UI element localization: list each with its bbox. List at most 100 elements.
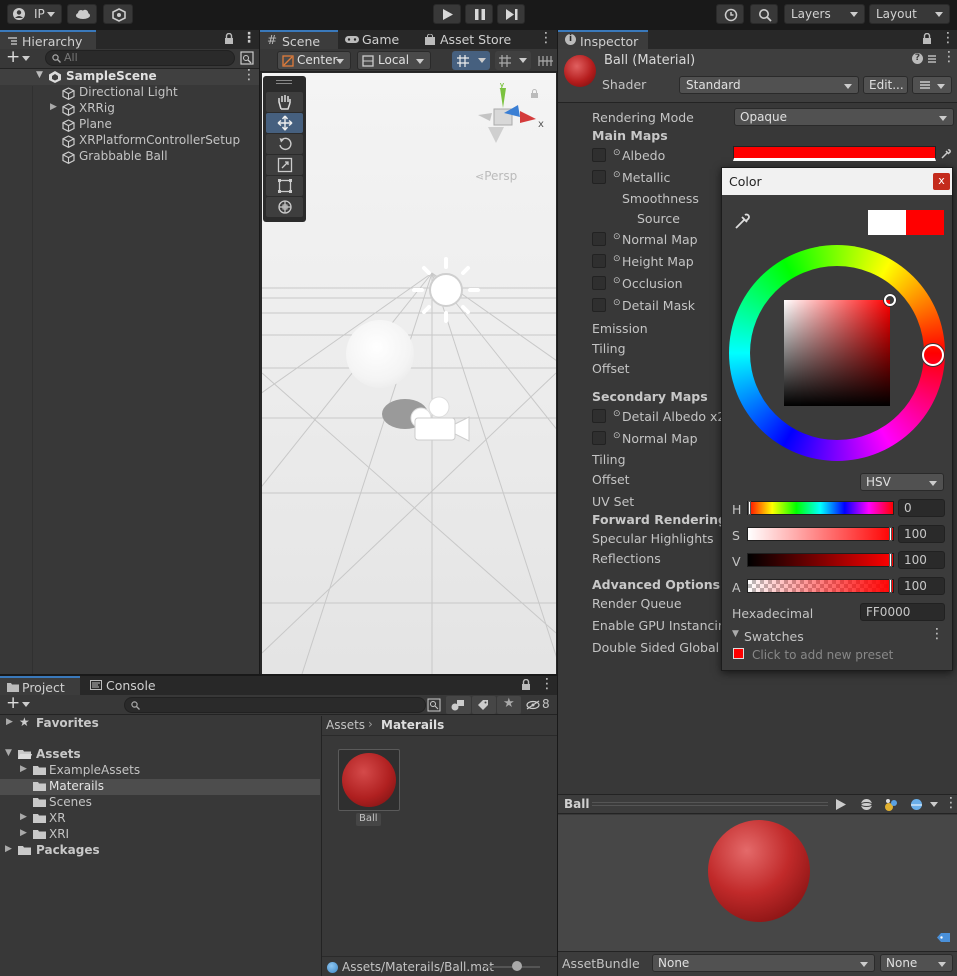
rendering-mode-dropdown[interactable]: Opaque [734, 108, 954, 126]
object-picker-icon[interactable]: ⊙ [613, 148, 621, 158]
scene-viewport[interactable]: y x ⋖Persp [262, 73, 556, 674]
splitter[interactable] [321, 716, 322, 976]
move-tool-button[interactable] [266, 113, 303, 133]
rect-tool-button[interactable] [266, 176, 303, 196]
create-plus-icon[interactable]: + [6, 693, 20, 713]
scale-tool-button[interactable] [266, 155, 303, 175]
preview-background-dropdown[interactable] [908, 797, 942, 812]
lock-icon[interactable] [224, 33, 234, 45]
perspective-label[interactable]: ⋖Persp [475, 169, 517, 183]
assetbundle-variant-dropdown[interactable]: None [880, 954, 953, 972]
tree-item-scenes[interactable]: Scenes [0, 795, 320, 811]
occlusion-slot[interactable] [592, 276, 606, 290]
help-icon[interactable]: ? [912, 53, 923, 64]
preview-more-icon[interactable]: ⋮ [944, 795, 957, 811]
swatches-more-icon[interactable]: ⋮ [930, 626, 944, 642]
account-dropdown[interactable]: IP [7, 4, 62, 24]
v-slider-handle[interactable] [889, 553, 892, 567]
scene-row[interactable]: ▼ SampleScene ⋮ [0, 67, 259, 85]
metallic-texture-slot[interactable] [592, 170, 606, 184]
detail-mask-slot[interactable] [592, 298, 606, 312]
object-picker-icon[interactable]: ⊙ [613, 298, 621, 308]
ball-object[interactable] [346, 320, 414, 388]
rotate-tool-button[interactable] [266, 134, 303, 154]
edit-shader-button[interactable]: Edit... [863, 76, 908, 94]
hidden-packages-button[interactable]: 8 [523, 696, 555, 714]
expand-arrow-icon[interactable]: ▶ [6, 717, 13, 727]
lights-icon[interactable] [884, 798, 898, 812]
hierarchy-search-input[interactable]: All [45, 50, 235, 66]
s-slider-handle[interactable] [889, 527, 892, 541]
tree-item-assets[interactable]: ▼ Assets [0, 747, 320, 763]
collapse-arrow-icon[interactable]: ▼ [732, 629, 739, 639]
object-picker-icon[interactable]: ⊙ [613, 254, 621, 264]
search-button[interactable] [750, 4, 778, 24]
a-channel-slider[interactable] [747, 579, 894, 593]
object-picker-icon[interactable]: ⊙ [613, 170, 621, 180]
object-picker-icon[interactable]: ⊙ [613, 431, 621, 441]
project-search-input[interactable] [124, 697, 426, 713]
layers-dropdown[interactable]: Layers [784, 4, 865, 24]
a-slider-handle[interactable] [889, 579, 892, 593]
expand-arrow-icon[interactable]: ▼ [36, 70, 43, 80]
scene-search-icon[interactable] [240, 51, 254, 65]
hex-input[interactable]: FF0000 [860, 603, 945, 621]
history-button[interactable] [716, 4, 744, 24]
tree-item-xr[interactable]: ▶ XR [0, 811, 320, 827]
grid-visibility-toggle[interactable] [495, 51, 531, 70]
pause-button[interactable] [465, 4, 493, 24]
s-value-field[interactable]: 100 [898, 525, 945, 543]
grid-snap-toggle[interactable] [452, 51, 490, 70]
list-item[interactable]: Plane [0, 117, 259, 133]
asset-thumbnail[interactable] [338, 749, 400, 811]
expand-arrow-icon[interactable]: ▶ [20, 828, 27, 838]
normal-map-slot[interactable] [592, 232, 606, 246]
height-map-slot[interactable] [592, 254, 606, 268]
gizmo-lock-icon[interactable] [530, 89, 539, 99]
albedo-texture-slot[interactable] [592, 148, 606, 162]
preview-drag-handle[interactable] [592, 802, 828, 803]
v-channel-slider[interactable] [747, 553, 894, 567]
object-picker-icon[interactable]: ⊙ [613, 409, 621, 419]
increment-snap-icon[interactable] [538, 54, 554, 68]
albedo-color-field[interactable] [733, 146, 936, 161]
space-local-dropdown[interactable]: Local [357, 51, 431, 70]
tab-console[interactable]: Console [84, 676, 164, 695]
play-icon[interactable] [836, 799, 846, 810]
assetbundle-dropdown[interactable]: None [652, 954, 875, 972]
tree-item-xri[interactable]: ▶ XRI [0, 827, 320, 843]
step-button[interactable] [497, 4, 525, 24]
object-picker-icon[interactable]: ⊙ [613, 276, 621, 286]
breadcrumb-assets[interactable]: Assets [326, 718, 365, 732]
color-mode-dropdown[interactable]: HSV [860, 473, 944, 491]
filter-by-label-button[interactable] [472, 696, 496, 714]
shader-options-dropdown[interactable] [912, 76, 952, 94]
play-button[interactable] [433, 4, 461, 24]
asset-label[interactable]: Ball [356, 813, 381, 826]
more-icon[interactable]: ⋮ [242, 30, 256, 46]
transform-tool-button[interactable] [266, 197, 303, 217]
h-value-field[interactable]: 0 [898, 499, 945, 517]
close-button[interactable]: x [933, 173, 950, 190]
object-picker-icon[interactable]: ⊙ [613, 232, 621, 242]
cloud-button[interactable] [67, 4, 97, 24]
lock-icon[interactable] [521, 679, 531, 691]
swatch-preset[interactable] [733, 648, 744, 659]
scene-more-icon[interactable]: ⋮ [242, 67, 256, 83]
tree-item-favorites[interactable]: ▶ ★ Favorites [0, 715, 320, 732]
sphere-mesh-icon[interactable] [860, 798, 873, 811]
secondary-normal-map-slot[interactable] [592, 431, 606, 445]
sv-picker-handle[interactable] [884, 294, 896, 306]
s-channel-slider[interactable] [747, 527, 894, 541]
scene-more-icon[interactable]: ⋮ [539, 30, 553, 46]
a-value-field[interactable]: 100 [898, 577, 945, 595]
expand-arrow-icon[interactable]: ▶ [5, 844, 12, 854]
layout-dropdown[interactable]: Layout [869, 4, 950, 24]
more-icon[interactable]: ⋮ [540, 676, 554, 692]
tree-item-packages[interactable]: ▶ Packages [0, 843, 320, 859]
expand-arrow-icon[interactable]: ▶ [50, 102, 57, 112]
list-item[interactable]: ▶ XRRig [0, 101, 259, 117]
tab-inspector[interactable]: i Inspector [558, 30, 648, 49]
lock-icon[interactable] [922, 33, 932, 45]
eyedropper-icon[interactable] [940, 148, 952, 160]
